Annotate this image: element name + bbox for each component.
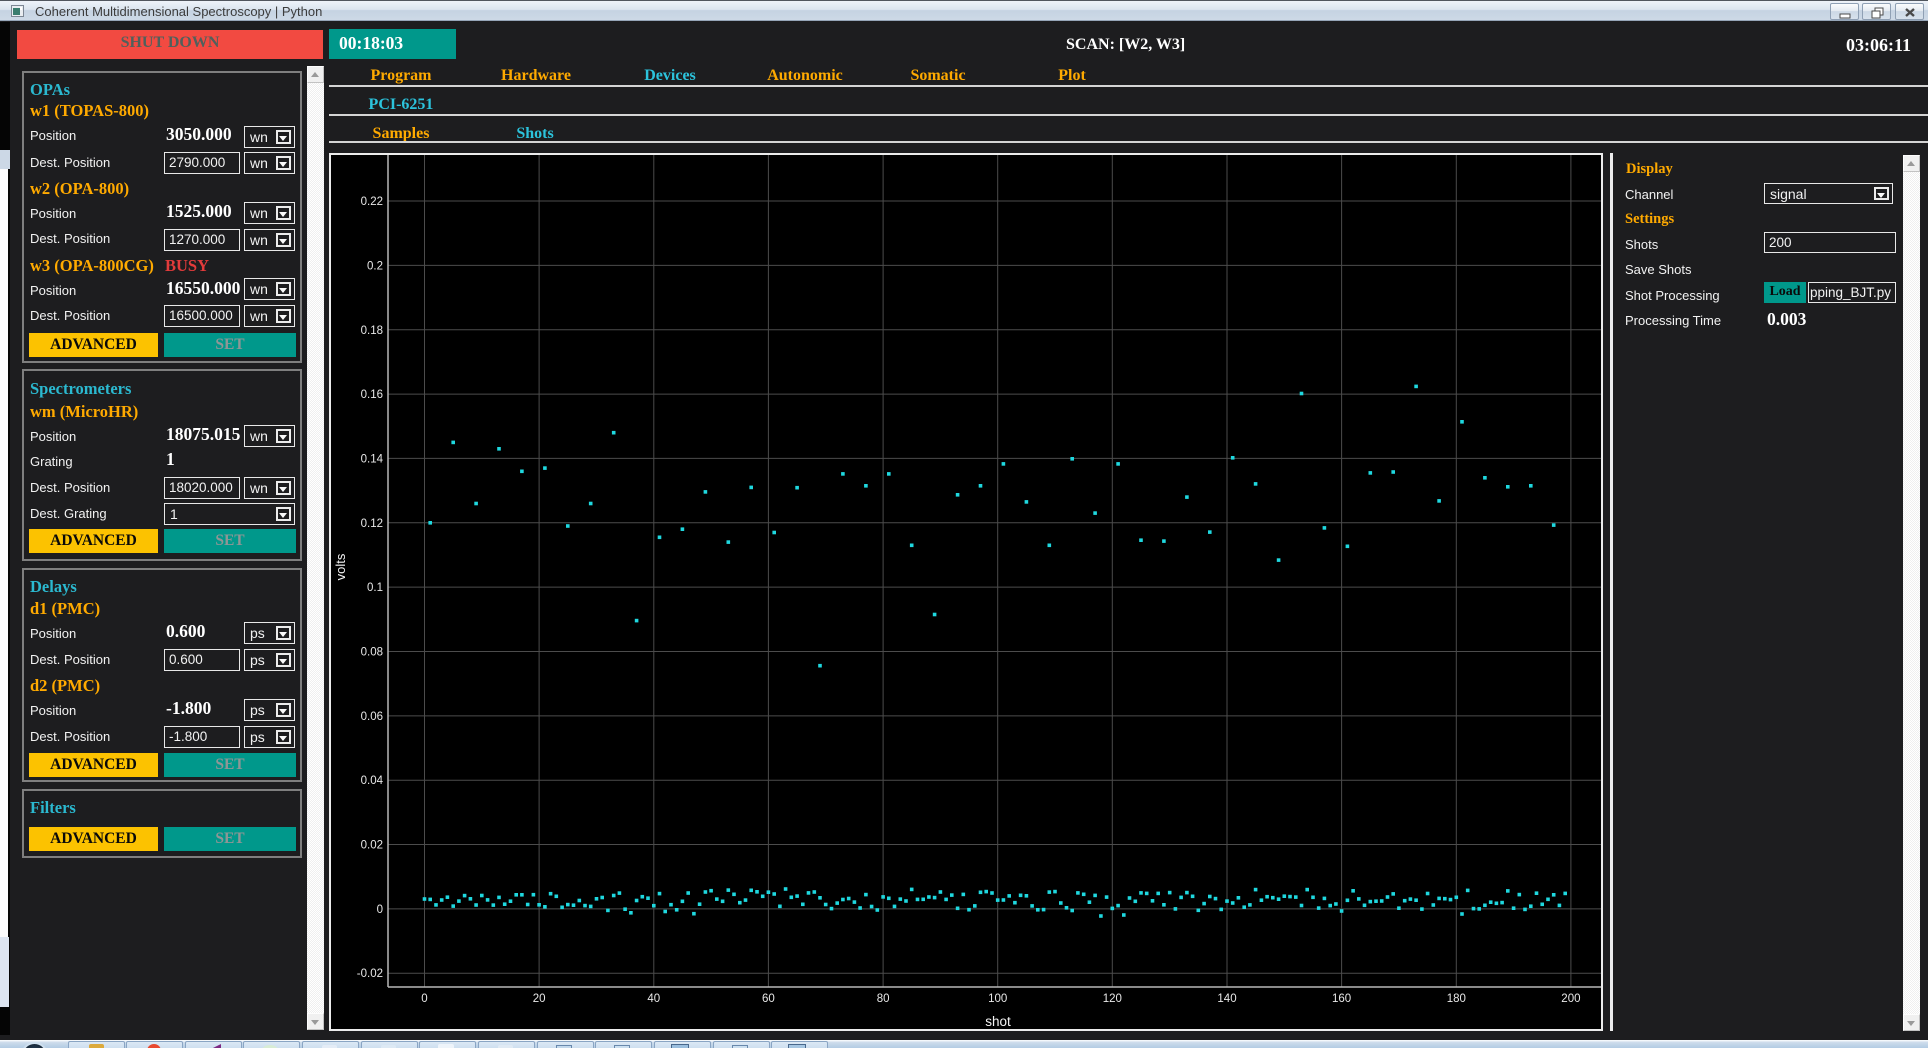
svg-text:60: 60 bbox=[762, 993, 775, 1005]
svg-text:0: 0 bbox=[377, 904, 383, 916]
svg-text:0.16: 0.16 bbox=[361, 389, 383, 401]
svg-text:0.06: 0.06 bbox=[361, 711, 383, 723]
svg-text:0.02: 0.02 bbox=[361, 840, 383, 852]
svg-text:140: 140 bbox=[1217, 993, 1236, 1005]
svg-text:100: 100 bbox=[988, 993, 1007, 1005]
svg-text:0.18: 0.18 bbox=[361, 325, 383, 337]
svg-text:0: 0 bbox=[421, 993, 427, 1005]
svg-text:80: 80 bbox=[877, 993, 890, 1005]
svg-text:0.22: 0.22 bbox=[361, 196, 383, 208]
svg-text:120: 120 bbox=[1103, 993, 1122, 1005]
svg-text:20: 20 bbox=[533, 993, 546, 1005]
svg-text:-0.02: -0.02 bbox=[357, 968, 383, 980]
svg-text:0.14: 0.14 bbox=[361, 453, 384, 465]
svg-text:shot: shot bbox=[985, 1014, 1011, 1029]
svg-text:0.08: 0.08 bbox=[361, 647, 383, 659]
svg-text:0.1: 0.1 bbox=[367, 582, 383, 594]
svg-text:0.2: 0.2 bbox=[367, 260, 383, 272]
svg-text:180: 180 bbox=[1447, 993, 1466, 1005]
svg-text:0.04: 0.04 bbox=[361, 775, 384, 787]
svg-text:0.12: 0.12 bbox=[361, 518, 383, 530]
svg-text:40: 40 bbox=[647, 993, 660, 1005]
svg-text:160: 160 bbox=[1332, 993, 1351, 1005]
svg-text:200: 200 bbox=[1561, 993, 1580, 1005]
svg-text:volts: volts bbox=[333, 553, 348, 580]
